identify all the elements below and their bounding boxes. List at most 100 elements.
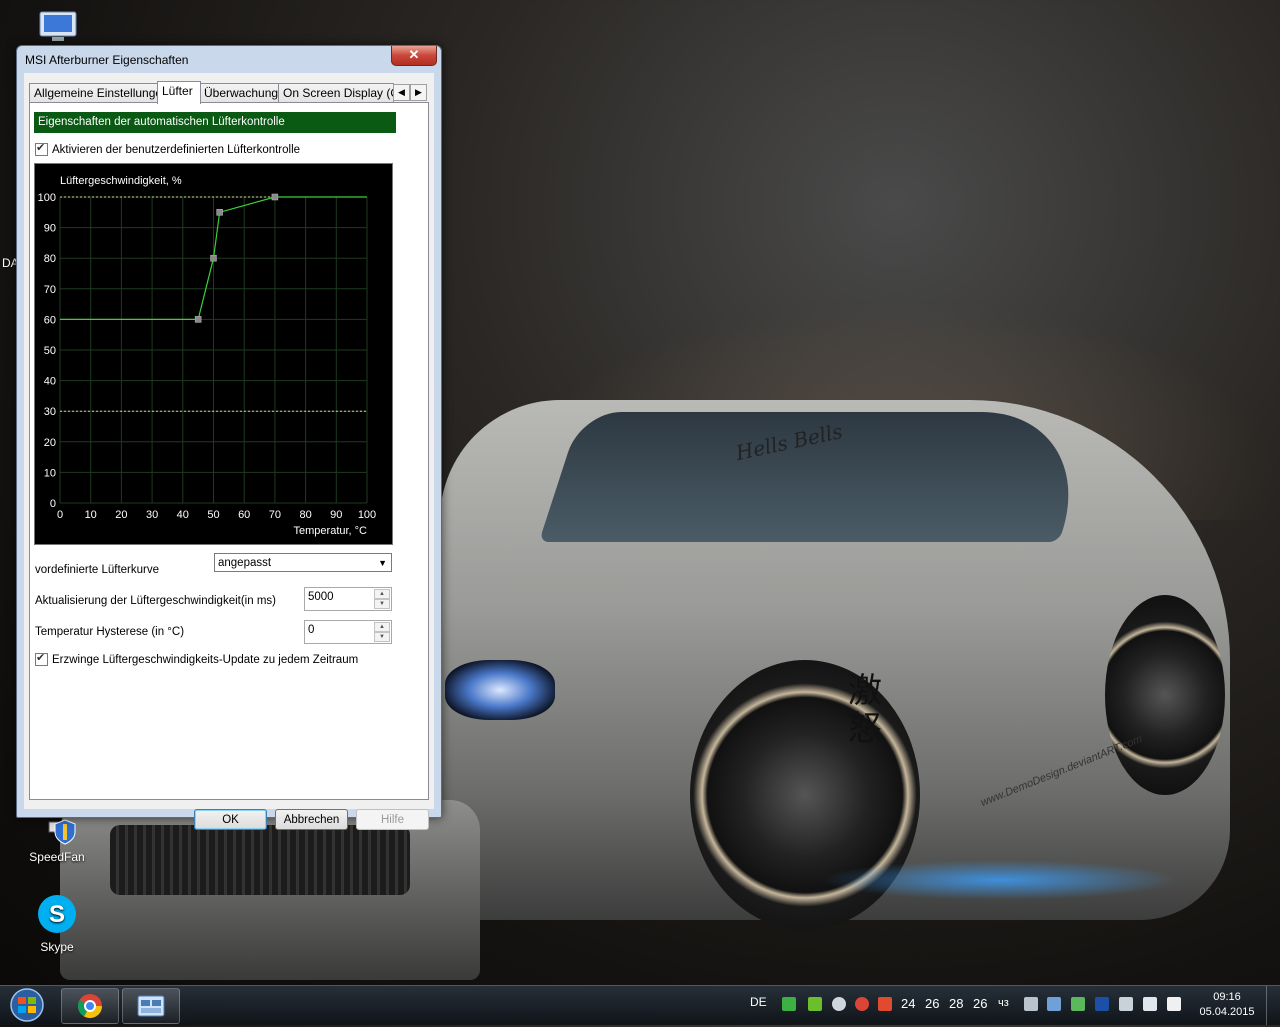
spin-down-icon[interactable]: ▼	[374, 632, 390, 642]
y-tick-label: 10	[44, 467, 56, 479]
temp-readout-4[interactable]: 26	[973, 996, 987, 1011]
hysteresis-label: Temperatur Hysterese (in °C)	[35, 626, 185, 638]
x-tick-label: 70	[269, 509, 281, 521]
tab-monitoring[interactable]: Überwachung	[199, 83, 281, 103]
close-button[interactable]: ✕	[391, 46, 437, 66]
tray-check-icon[interactable]	[1071, 997, 1085, 1011]
window-title: MSI Afterburner Eigenschaften	[25, 53, 189, 67]
tab-strip: Allgemeine Einstellungen Lüfter Überwach…	[29, 81, 429, 104]
tray-display-icon[interactable]	[1119, 997, 1133, 1011]
section-header: Eigenschaften der automatischen Lüfterko…	[34, 112, 396, 133]
tray-chrome-icon[interactable]	[855, 997, 869, 1011]
taskbar-clock[interactable]: 09:16 05.04.2015	[1196, 990, 1258, 1020]
desktop-icon-speedfan[interactable]: SpeedFan	[17, 818, 97, 864]
tray-flag-icon[interactable]	[1167, 997, 1181, 1011]
checkbox-checked-icon	[35, 651, 48, 666]
tab-scroll-right-button[interactable]: ▶	[410, 84, 427, 101]
fan-curve-chart[interactable]: 0 10 20 30 40 50 60 70 80 90 100 0 10 20 30 40 50 60 70 80 9…	[34, 163, 393, 545]
desktop-icon-label: Skype	[40, 940, 74, 954]
clock-time: 09:16	[1213, 991, 1241, 1003]
checkbox-label: Erzwinge Lüftergeschwindigkeits-Update z…	[52, 653, 359, 666]
tray-update-icon[interactable]	[782, 997, 796, 1011]
x-tick-label: 60	[238, 509, 250, 521]
tray-network-icon[interactable]	[1047, 997, 1061, 1011]
y-tick-label: 50	[44, 345, 56, 357]
tab-scroll-left-button[interactable]: ◀	[393, 84, 410, 101]
desktop-icon-skype[interactable]: S Skype	[17, 892, 97, 954]
tray-speaker-icon[interactable]	[878, 997, 892, 1011]
tray-label[interactable]: чз	[998, 997, 1009, 1009]
update-interval-label: Aktualisierung der Lüftergeschwindigkeit…	[35, 595, 276, 607]
help-button[interactable]: Hilfe	[356, 809, 429, 830]
preset-curve-dropdown[interactable]: angepasst ▼	[214, 553, 392, 572]
spin-buttons: ▲ ▼	[374, 622, 390, 642]
desktop-icon-label: SpeedFan	[29, 850, 85, 864]
y-tick-label: 40	[44, 376, 56, 388]
fan-curve-control-point[interactable]	[216, 209, 223, 216]
temp-readout-1[interactable]: 24	[901, 996, 915, 1011]
x-tick-label: 100	[358, 509, 376, 521]
fan-curve-control-point[interactable]	[210, 254, 217, 262]
y-tick-label: 30	[44, 406, 56, 418]
spin-up-icon[interactable]: ▲	[374, 622, 390, 632]
y-tick-label: 20	[44, 437, 56, 449]
fan-curve-svg[interactable]: 0 10 20 30 40 50 60 70 80 90 100 0 10 20 30 40 50 60 70 80 9…	[35, 164, 392, 544]
spin-down-icon[interactable]: ▼	[374, 599, 390, 609]
y-tick-label: 60	[44, 314, 56, 326]
y-tick-label: 80	[44, 253, 56, 265]
fan-curve-control-point[interactable]	[271, 193, 279, 201]
svg-text:S: S	[49, 901, 65, 928]
hysteresis-spinbox[interactable]: 0 ▲ ▼	[304, 620, 392, 644]
y-tick-label: 0	[50, 498, 56, 510]
tab-general-settings[interactable]: Allgemeine Einstellungen	[29, 83, 161, 103]
language-indicator[interactable]: DE	[750, 995, 767, 1009]
computer-icon[interactable]	[36, 10, 80, 44]
preset-curve-label: vordefinierte Lüfterkurve	[35, 564, 160, 576]
x-tick-label: 50	[207, 509, 219, 521]
show-desktop-button[interactable]	[1266, 986, 1280, 1025]
tab-fan[interactable]: Lüfter	[157, 81, 201, 104]
ok-button[interactable]: OK	[194, 809, 267, 830]
start-button[interactable]	[4, 987, 50, 1024]
tray-bell-icon[interactable]	[832, 997, 846, 1011]
x-axis-label: Temperatur, °C	[294, 525, 368, 537]
checkbox-label: Aktivieren der benutzerdefinierten Lüfte…	[52, 143, 301, 156]
update-interval-spinbox[interactable]: 5000 ▲ ▼	[304, 587, 392, 611]
taskbar-chrome-button[interactable]	[61, 988, 119, 1024]
car-headlight	[445, 660, 555, 720]
clock-date: 05.04.2015	[1199, 1006, 1255, 1018]
spin-up-icon[interactable]: ▲	[374, 589, 390, 599]
x-tick-label: 80	[299, 509, 311, 521]
checkbox-checked-icon	[35, 141, 48, 156]
enable-custom-fan-control-checkbox[interactable]: Aktivieren der benutzerdefinierten Lüfte…	[35, 141, 301, 156]
fan-curve-control-point[interactable]	[194, 316, 202, 323]
dialog-client-area: Allgemeine Einstellungen Lüfter Überwach…	[24, 73, 434, 830]
x-tick-label: 90	[330, 509, 342, 521]
x-tick-label: 40	[177, 509, 189, 521]
force-fan-update-checkbox[interactable]: Erzwinge Lüftergeschwindigkeits-Update z…	[35, 651, 359, 666]
tray-gpu-icon[interactable]	[808, 997, 822, 1011]
temp-readout-3[interactable]: 28	[949, 996, 963, 1011]
chrome-icon	[77, 994, 102, 1019]
update-interval-value[interactable]: 5000	[308, 591, 334, 603]
y-tick-label: 90	[44, 223, 56, 235]
cancel-button[interactable]: Abbrechen	[275, 809, 348, 830]
tab-on-screen-display[interactable]: On Screen Display (OS	[278, 83, 394, 103]
taskbar: DE 24 26 28 26 чз 09:16 05.04.2015	[0, 985, 1280, 1025]
tray-24-icon[interactable]	[1095, 997, 1109, 1011]
car-wheel-rear	[1105, 595, 1225, 795]
tray-volume-icon[interactable]	[1143, 997, 1157, 1011]
title-bar[interactable]: MSI Afterburner Eigenschaften ✕	[17, 46, 441, 72]
preset-curve-value: angepasst	[218, 557, 272, 569]
temp-readout-2[interactable]: 26	[925, 996, 939, 1011]
x-tick-label: 20	[115, 509, 127, 521]
x-tick-label: 0	[57, 509, 63, 521]
x-tick-label: 10	[85, 509, 97, 521]
taskbar-afterburner-button[interactable]	[122, 988, 180, 1024]
skype-icon: S	[35, 892, 79, 936]
x-tick-label: 30	[146, 509, 158, 521]
hysteresis-value[interactable]: 0	[308, 624, 314, 636]
car-grille	[110, 825, 410, 895]
tray-airplane-icon[interactable]	[1024, 997, 1038, 1011]
y-axis-label: Lüftergeschwindigkeit, %	[60, 175, 182, 187]
